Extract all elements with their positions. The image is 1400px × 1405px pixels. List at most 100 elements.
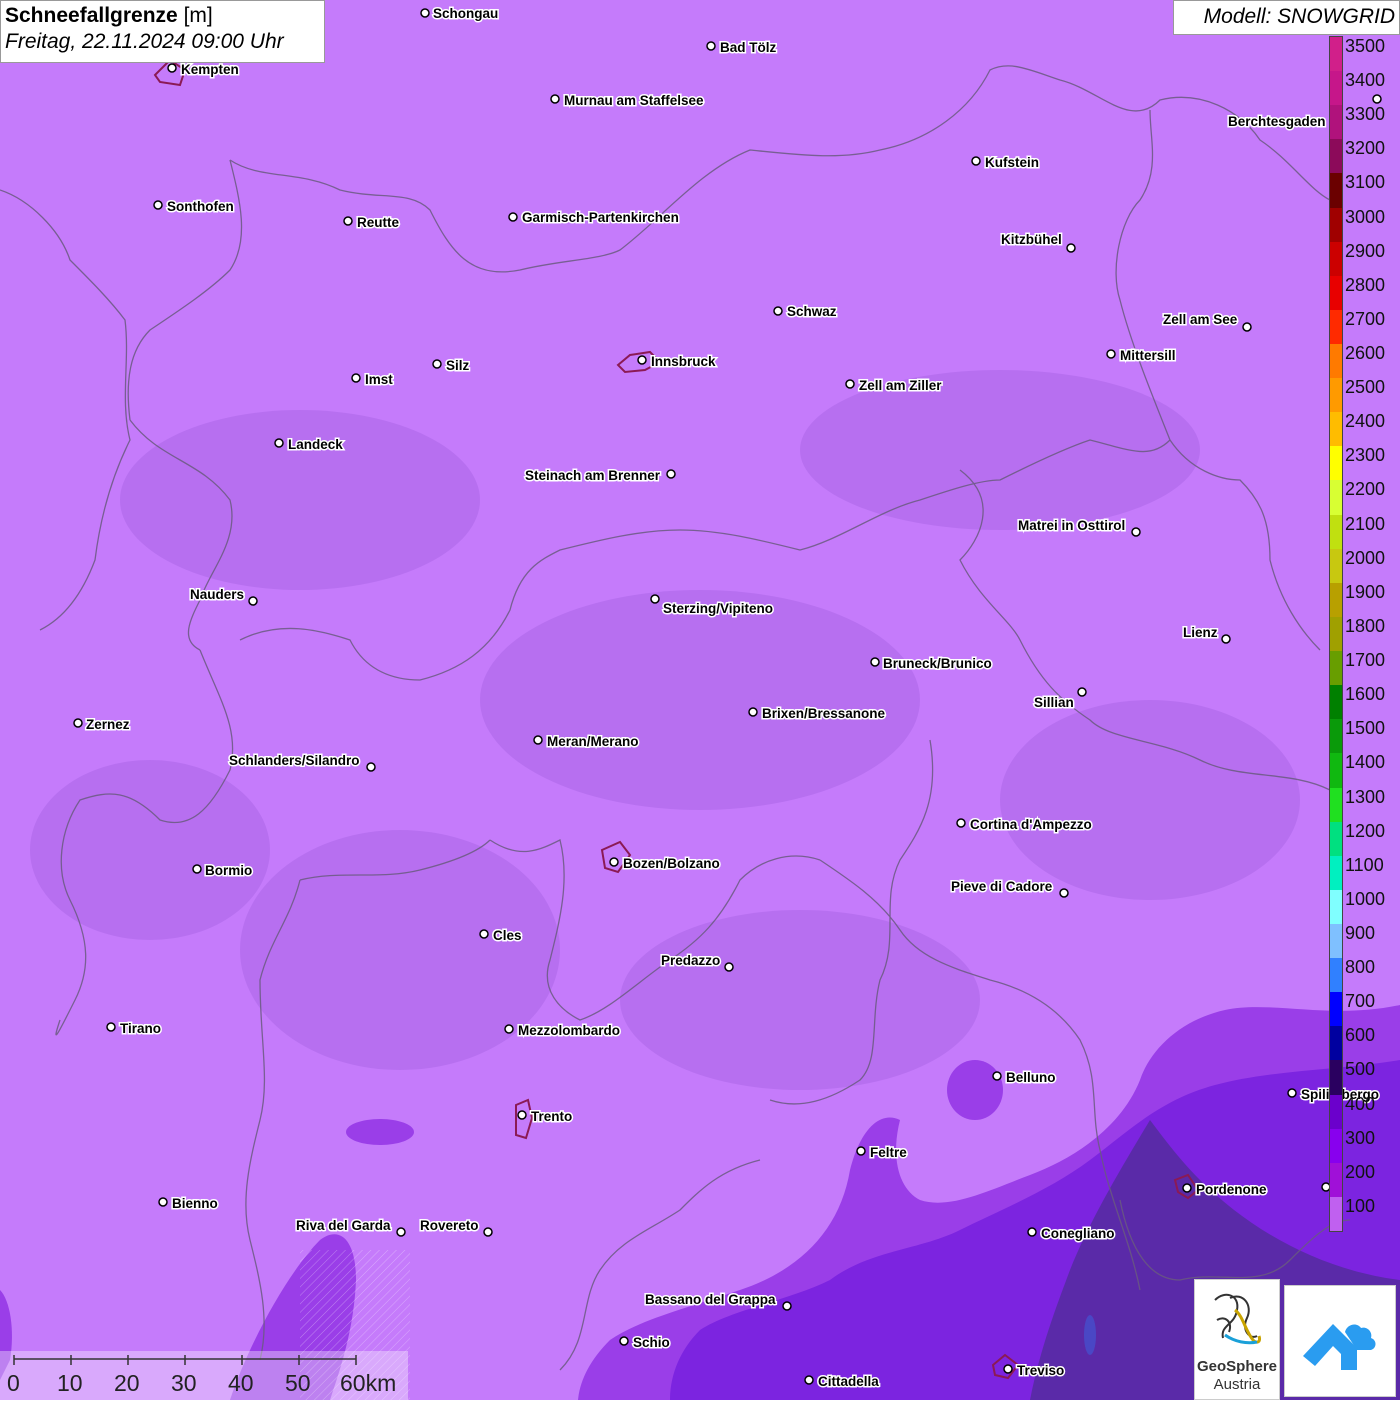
city-label: Sillian	[1034, 695, 1074, 710]
city-label: Cortina d'Ampezzo	[970, 817, 1092, 832]
city-marker	[1066, 243, 1076, 253]
geosphere-logo-line2: Austria	[1213, 1376, 1261, 1393]
legend-swatch	[1330, 37, 1342, 72]
legend-swatch	[1330, 889, 1342, 925]
city-marker	[274, 438, 284, 448]
city-label: Sterzing/Vipiteno	[663, 601, 773, 616]
legend-swatch	[1330, 855, 1342, 891]
city-label: Conegliano	[1041, 1226, 1115, 1241]
city-label: Bassano del Grappa	[645, 1292, 776, 1307]
legend-swatch	[1330, 173, 1342, 209]
legend-label: 1300	[1345, 786, 1386, 807]
city-label: Bienno	[172, 1196, 218, 1211]
legend-label: 400	[1345, 1093, 1376, 1114]
legend-swatch	[1330, 1060, 1342, 1096]
city-label: Innsbruck	[651, 354, 716, 369]
city-marker	[782, 1301, 792, 1311]
city-marker	[1003, 1364, 1013, 1374]
city-label: Riva del Garda	[296, 1218, 391, 1233]
legend-label: 3100	[1345, 172, 1386, 193]
scale-label: 60km	[340, 1370, 397, 1396]
city-label: Kempten	[181, 62, 239, 77]
city-label: Meran/Merano	[547, 734, 639, 749]
legend-label: 2100	[1345, 513, 1386, 534]
city-marker	[724, 962, 734, 972]
legend-swatch	[1330, 241, 1342, 277]
legend-swatch	[1330, 344, 1342, 379]
legend-swatch	[1330, 275, 1342, 311]
city-label: Kufstein	[985, 155, 1039, 170]
scale-label: 20	[114, 1370, 140, 1396]
city-label: Bozen/Bolzano	[623, 856, 720, 871]
legend-label: 500	[1345, 1059, 1376, 1080]
legend-label: 3000	[1345, 206, 1386, 227]
city-marker	[550, 94, 560, 104]
legend-swatch	[1330, 582, 1342, 618]
legend-swatch	[1330, 309, 1342, 345]
city-marker	[1106, 349, 1116, 359]
legend-label: 1200	[1345, 820, 1386, 841]
legend-swatch	[1330, 1094, 1342, 1130]
legend-label: 1600	[1345, 684, 1386, 705]
legend-swatch	[1330, 992, 1342, 1027]
city-label: Predazzo	[661, 953, 720, 968]
legend-swatch	[1330, 787, 1342, 823]
legend-label: 700	[1345, 991, 1376, 1012]
city-label: Steinach am Brenner	[525, 468, 661, 483]
city-label: Bormio	[205, 863, 252, 878]
legend-swatch	[1330, 548, 1342, 584]
city-label: Landeck	[288, 437, 343, 452]
legend-label: 2400	[1345, 411, 1386, 432]
city-marker	[343, 216, 353, 226]
geosphere-logo[interactable]: GeoSphere Austria	[1194, 1279, 1280, 1400]
scale-label: 50	[285, 1370, 311, 1396]
legend-swatch	[1330, 958, 1342, 993]
city-marker	[1372, 94, 1382, 104]
city-marker	[533, 735, 543, 745]
scale-label: 40	[228, 1370, 254, 1396]
legend-swatch	[1330, 1128, 1342, 1164]
map-title: Schneefallgrenze [m]	[5, 4, 320, 28]
city-label: Imst	[365, 372, 393, 387]
city-label: Cittadella	[818, 1374, 879, 1389]
city-label: Schlanders/Silandro	[229, 753, 360, 768]
city-marker	[1221, 634, 1231, 644]
city-label: Treviso	[1017, 1363, 1064, 1378]
city-label: Reutte	[357, 215, 399, 230]
city-label: Nauders	[190, 587, 244, 602]
city-label: Trento	[531, 1109, 572, 1124]
city-marker	[432, 359, 442, 369]
legend-label: 1900	[1345, 581, 1386, 602]
legend-label: 2600	[1345, 343, 1386, 364]
legend-label: 3500	[1345, 36, 1386, 56]
city-marker	[366, 762, 376, 772]
city-label: Brixen/Bressanone	[762, 706, 886, 721]
scale-label: 30	[171, 1370, 197, 1396]
legend-label: 3400	[1345, 70, 1386, 91]
snowline-zone-belluno	[947, 1060, 1003, 1120]
city-marker	[106, 1022, 116, 1032]
legend-label: 3200	[1345, 138, 1386, 159]
city-marker	[609, 857, 619, 867]
city-marker	[804, 1375, 814, 1385]
model-label: Modell: SNOWGRID	[1173, 0, 1400, 35]
city-marker	[479, 929, 489, 939]
city-label: Garmisch-Partenkirchen	[522, 210, 679, 225]
city-label: Bad Tölz	[720, 40, 776, 55]
city-marker	[396, 1227, 406, 1237]
city-label: Tirano	[120, 1021, 161, 1036]
legend-swatch	[1330, 1162, 1342, 1198]
lake-piave	[1084, 1315, 1096, 1355]
city-marker	[956, 818, 966, 828]
city-marker	[870, 657, 880, 667]
city-marker	[992, 1071, 1002, 1081]
legend-label: 900	[1345, 922, 1376, 943]
city-marker	[73, 718, 83, 728]
cloud-arrow-logo[interactable]	[1284, 1285, 1396, 1397]
legend-swatch	[1330, 651, 1342, 686]
city-marker	[1077, 687, 1087, 697]
legend-swatch	[1330, 412, 1342, 447]
city-label: Mittersill	[1120, 348, 1176, 363]
city-label: Schio	[633, 1335, 670, 1350]
legend-swatch	[1330, 71, 1342, 106]
